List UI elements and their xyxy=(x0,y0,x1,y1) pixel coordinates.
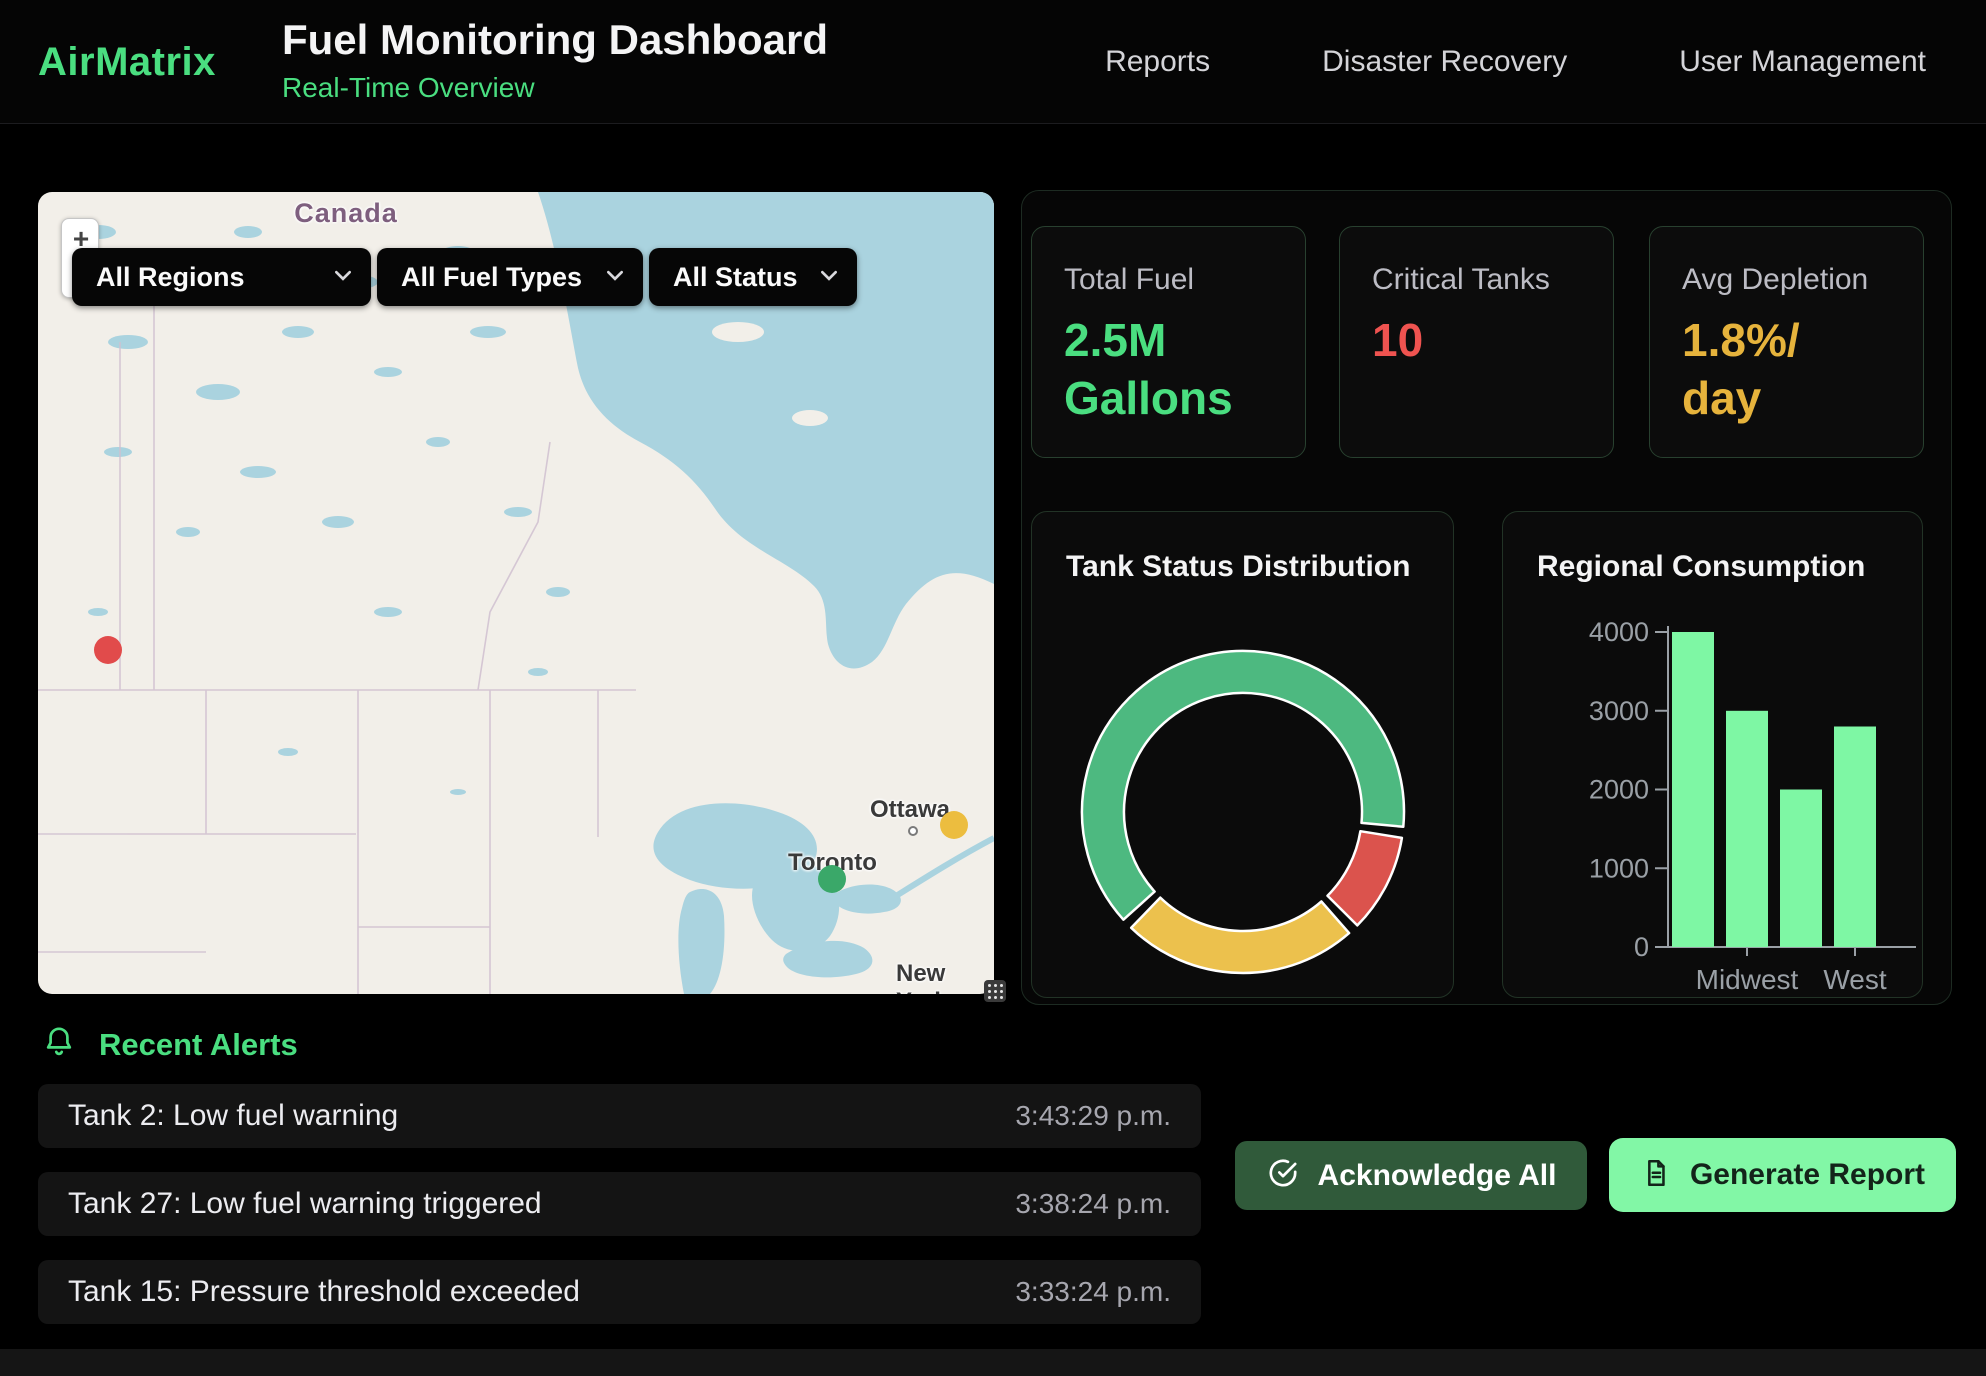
alert-row-partial xyxy=(0,1349,1986,1376)
svg-text:2000: 2000 xyxy=(1589,775,1649,805)
map-city-label-newyork: New York xyxy=(896,960,994,994)
acknowledge-all-button[interactable]: Acknowledge All xyxy=(1235,1141,1587,1210)
status-filter-value: All Status xyxy=(673,262,798,293)
svg-text:1000: 1000 xyxy=(1589,853,1649,883)
alert-row[interactable]: Tank 15: Pressure threshold exceeded 3:3… xyxy=(38,1260,1201,1324)
nav-item-reports[interactable]: Reports xyxy=(1105,45,1210,79)
stat-label: Avg Depletion xyxy=(1682,263,1893,297)
alert-message: Tank 15: Pressure threshold exceeded xyxy=(68,1275,580,1309)
acknowledge-all-label: Acknowledge All xyxy=(1318,1159,1557,1193)
map-city-label-ottawa: Ottawa xyxy=(870,796,950,824)
bar-2 xyxy=(1780,790,1822,948)
page-title: Fuel Monitoring Dashboard xyxy=(282,16,828,64)
chevron-down-icon xyxy=(607,268,623,286)
bar-3 xyxy=(1834,727,1876,948)
donut-segment-critical xyxy=(1328,831,1402,925)
alert-row[interactable]: Tank 27: Low fuel warning triggered 3:38… xyxy=(38,1172,1201,1236)
stat-value: 10 xyxy=(1372,311,1583,369)
alert-time: 3:33:24 p.m. xyxy=(1015,1276,1171,1308)
alert-message: Tank 27: Low fuel warning triggered xyxy=(68,1187,542,1221)
brand-logo[interactable]: AirMatrix xyxy=(38,40,216,85)
stat-card-critical-tanks: Critical Tanks 10 xyxy=(1339,226,1614,458)
svg-text:0: 0 xyxy=(1634,932,1649,962)
region-filter-select[interactable]: All Regions xyxy=(72,248,371,306)
alert-row[interactable]: Tank 2: Low fuel warning 3:43:29 p.m. xyxy=(38,1084,1201,1148)
svg-text:3000: 3000 xyxy=(1589,696,1649,726)
alerts-header: Recent Alerts xyxy=(41,1024,298,1065)
regional-consumption-card: Regional Consumption 01000200030004000Mi… xyxy=(1502,511,1923,998)
generate-report-button[interactable]: Generate Report xyxy=(1609,1138,1956,1212)
map-marker-warning[interactable] xyxy=(940,811,968,839)
document-icon xyxy=(1640,1157,1672,1194)
fuel-type-filter-select[interactable]: All Fuel Types xyxy=(377,248,643,306)
svg-text:Midwest: Midwest xyxy=(1696,964,1799,995)
alert-time: 3:38:24 p.m. xyxy=(1015,1188,1171,1220)
alert-time: 3:43:29 p.m. xyxy=(1015,1100,1171,1132)
check-circle-icon xyxy=(1266,1156,1300,1195)
app-header: AirMatrix Fuel Monitoring Dashboard Real… xyxy=(0,0,1986,124)
main-nav: Reports Disaster Recovery User Managemen… xyxy=(1105,0,1926,124)
nav-item-user-management[interactable]: User Management xyxy=(1679,45,1926,79)
page-subtitle: Real-Time Overview xyxy=(282,72,828,104)
title-block: Fuel Monitoring Dashboard Real-Time Over… xyxy=(282,16,828,104)
map-filter-bar: All Regions All Fuel Types All Status xyxy=(72,248,857,306)
stat-value: 1.8%/ day xyxy=(1682,311,1893,428)
town-symbol-icon xyxy=(908,826,918,836)
generate-report-label: Generate Report xyxy=(1690,1158,1925,1192)
status-filter-select[interactable]: All Status xyxy=(649,248,857,306)
overview-panel: Total Fuel 2.5M Gallons Critical Tanks 1… xyxy=(1021,190,1952,1005)
fuel-type-filter-value: All Fuel Types xyxy=(401,262,582,293)
stat-label: Total Fuel xyxy=(1064,263,1275,297)
regional-consumption-chart: 0 1000 2000 3000 4000 Midwest West xyxy=(1503,512,1924,999)
map-marker-critical[interactable] xyxy=(94,636,122,664)
chevron-down-icon xyxy=(335,268,351,286)
map-panel: Canada Ottawa Toronto New York + − All R… xyxy=(38,192,994,994)
tank-status-donut xyxy=(1032,512,1455,999)
alert-message: Tank 2: Low fuel warning xyxy=(68,1099,398,1133)
donut-segment-warning xyxy=(1131,898,1349,973)
map-marker-normal[interactable] xyxy=(818,865,846,893)
resize-grip-icon[interactable] xyxy=(984,980,1006,1002)
fuel-monitoring-dashboard: AirMatrix Fuel Monitoring Dashboard Real… xyxy=(0,0,1986,1376)
bar-1 xyxy=(1726,711,1768,947)
chevron-down-icon xyxy=(821,268,837,286)
stat-value: 2.5M Gallons xyxy=(1064,311,1275,428)
bell-icon xyxy=(41,1024,77,1065)
stat-card-total-fuel: Total Fuel 2.5M Gallons xyxy=(1031,226,1306,458)
stat-label: Critical Tanks xyxy=(1372,263,1583,297)
svg-text:West: West xyxy=(1823,964,1886,995)
stat-card-avg-depletion: Avg Depletion 1.8%/ day xyxy=(1649,226,1924,458)
map-country-label: Canada xyxy=(266,198,426,229)
bar-0 xyxy=(1672,632,1714,947)
alerts-title: Recent Alerts xyxy=(99,1027,298,1063)
svg-text:4000: 4000 xyxy=(1589,617,1649,647)
tank-status-card: Tank Status Distribution xyxy=(1031,511,1454,998)
region-filter-value: All Regions xyxy=(96,262,245,293)
nav-item-disaster-recovery[interactable]: Disaster Recovery xyxy=(1322,45,1567,79)
